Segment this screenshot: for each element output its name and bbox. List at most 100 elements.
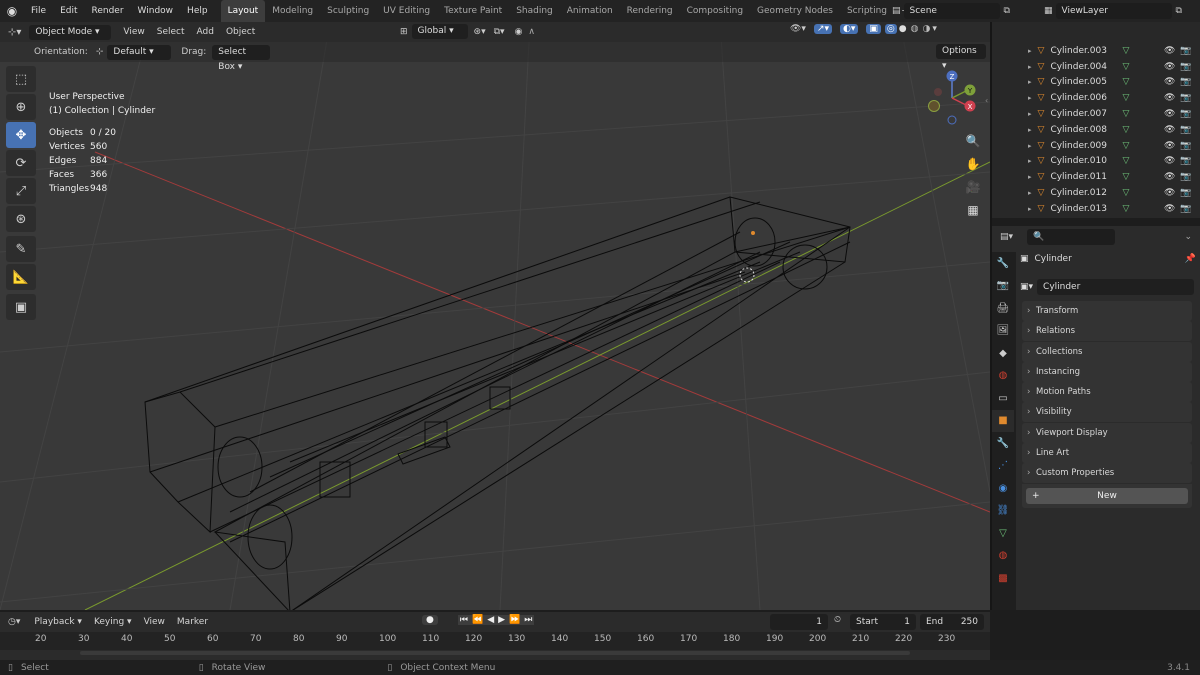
snap-icon[interactable]: ⧉▾ [494, 27, 505, 37]
copy-scene-icon[interactable]: ⧉ [1004, 6, 1010, 16]
scene-tab-icon[interactable]: ◆ [992, 342, 1014, 364]
copy-view-layer-icon[interactable]: ⧉ [1176, 6, 1182, 16]
outliner-row[interactable]: ▸ ▽ Cylinder.006 ▽ 👁 📷 [992, 90, 1200, 106]
outliner-item-name[interactable]: Cylinder.008 [1050, 125, 1116, 135]
expand-arrow-icon[interactable]: ▸ [1028, 110, 1032, 118]
tab-animation[interactable]: Animation [560, 0, 620, 22]
tool-tab-icon[interactable]: 🔧 [992, 252, 1014, 274]
menu-help[interactable]: Help [180, 0, 215, 22]
data-tab-icon[interactable]: ▽ [992, 522, 1014, 544]
add-cube-tool-icon[interactable]: ▣ [6, 294, 36, 320]
visibility-eye-icon[interactable]: 👁 [1164, 204, 1175, 214]
expand-arrow-icon[interactable]: ▸ [1028, 205, 1032, 213]
visibility-eye-icon[interactable]: 👁 [1164, 77, 1175, 87]
render-camera-icon[interactable]: 📷 [1180, 156, 1191, 166]
scene-icon[interactable]: ▤ [892, 6, 901, 16]
visibility-eye-icon[interactable]: 👁 [1164, 172, 1175, 182]
play-reverse-icon[interactable]: ◀ [485, 615, 497, 625]
cursor-tool-icon[interactable]: ⊕ [6, 94, 36, 120]
current-frame-field[interactable]: 1 [770, 614, 828, 630]
tab-layout[interactable]: Layout [220, 0, 266, 22]
menu-file[interactable]: File [24, 0, 53, 22]
jump-start-icon[interactable]: ⏮ [457, 615, 470, 625]
panel-line-art[interactable]: Line Art [1022, 443, 1192, 464]
panel-transform[interactable]: Transform [1022, 301, 1192, 321]
outliner-item-name[interactable]: Cylinder.012 [1050, 188, 1116, 198]
tab-uv-editing[interactable]: UV Editing [376, 0, 437, 22]
outliner-row[interactable]: ▸ ▽ Cylinder.012 ▽ 👁 📷 [992, 185, 1200, 201]
3d-viewport[interactable]: ⊹▾ Object Mode ▾ View Select Add Object … [0, 22, 990, 610]
properties-search-field[interactable]: 🔍 [1027, 229, 1116, 245]
expand-arrow-icon[interactable]: ▸ [1028, 142, 1032, 150]
outliner-item-name[interactable]: Cylinder.011 [1050, 172, 1116, 182]
panel-collections[interactable]: Collections [1022, 341, 1192, 362]
expand-arrow-icon[interactable]: ▸ [1028, 157, 1032, 165]
outliner-item-name[interactable]: Cylinder.013 [1050, 204, 1116, 214]
mesh-data-icon[interactable]: ▽ [1122, 77, 1129, 87]
blender-logo-icon[interactable]: ◉ [0, 4, 24, 18]
shading-options-icon[interactable]: ▾ [932, 24, 937, 34]
material-tab-icon[interactable]: ◍ [992, 545, 1014, 567]
visibility-eye-icon[interactable]: 👁 [1164, 93, 1175, 103]
expand-arrow-icon[interactable]: ▸ [1028, 78, 1032, 86]
pivot-icon[interactable]: ⊛▾ [474, 27, 486, 37]
overlays-icon[interactable]: ◐▾ [840, 24, 859, 34]
start-frame-field[interactable]: Start 1 [850, 614, 916, 630]
mesh-data-icon[interactable]: ▽ [1122, 141, 1129, 151]
expand-arrow-icon[interactable]: ▸ [1028, 189, 1032, 197]
measure-tool-icon[interactable]: 📐 [6, 264, 36, 290]
orientation-default-dropdown[interactable]: Default ▾ [107, 44, 172, 60]
outliner-row[interactable]: ▸ ▽ Cylinder.008 ▽ 👁 📷 [992, 122, 1200, 138]
outliner-row[interactable]: ▸ ▽ Cylinder.013 ▽ 👁 📷 [992, 201, 1200, 217]
panel-motion-paths[interactable]: Motion Paths [1022, 382, 1192, 403]
menu-view[interactable]: View [117, 22, 150, 42]
outliner-item-name[interactable]: Cylinder.010 [1050, 156, 1116, 166]
new-property-button[interactable]: + New [1026, 487, 1188, 504]
tab-sculpting[interactable]: Sculpting [320, 0, 376, 22]
visibility-eye-icon[interactable]: 👁 [1164, 141, 1175, 151]
zoom-icon[interactable]: 🔍 [962, 130, 984, 152]
panel-visibility[interactable]: Visibility [1022, 402, 1192, 423]
mode-dropdown[interactable]: Object Mode ▾ [29, 24, 112, 40]
object-type-dropdown-icon[interactable]: ▣▾ [1020, 282, 1033, 292]
visibility-eye-icon[interactable]: 👁 [1164, 125, 1175, 135]
mesh-data-icon[interactable]: ▽ [1122, 172, 1129, 182]
outliner-item-name[interactable]: Cylinder.006 [1050, 93, 1116, 103]
visibility-eye-icon[interactable]: 👁 [1164, 188, 1175, 198]
visibility-eye-icon[interactable]: 👁 [1164, 156, 1175, 166]
orientation-dropdown[interactable]: Global ▾ [411, 24, 468, 39]
outliner-row[interactable]: ▸ ▽ Cylinder.005 ▽ 👁 📷 [992, 75, 1200, 91]
outliner-row[interactable]: ▸ ▽ Cylinder.004 ▽ 👁 📷 [992, 59, 1200, 75]
transform-tool-icon[interactable]: ⊛ [6, 206, 36, 232]
particles-tab-icon[interactable]: ⋰ [992, 455, 1014, 477]
menu-marker[interactable]: Marker [171, 612, 214, 632]
menu-edit[interactable]: Edit [53, 0, 84, 22]
tab-scripting[interactable]: Scripting [840, 0, 894, 22]
tab-compositing[interactable]: Compositing [680, 0, 750, 22]
tab-shading[interactable]: Shading [509, 0, 560, 22]
scene-name-field[interactable]: Scene [903, 3, 1000, 19]
render-camera-icon[interactable]: 📷 [1180, 93, 1191, 103]
navigation-gizmo[interactable]: Z Y X [924, 70, 980, 128]
jump-end-icon[interactable]: ⏭ [522, 615, 535, 625]
outliner-item-name[interactable]: Cylinder.009 [1050, 141, 1116, 151]
expand-arrow-icon[interactable]: ▸ [1028, 94, 1032, 102]
render-camera-icon[interactable]: 📷 [1180, 172, 1191, 182]
render-camera-icon[interactable]: 📷 [1180, 125, 1191, 135]
timeline-scrollbar[interactable] [80, 651, 910, 655]
menu-keying[interactable]: Keying ▾ [88, 612, 138, 632]
menu-add[interactable]: Add [191, 22, 220, 42]
view-layer-icon[interactable]: ▦ [1044, 6, 1053, 16]
properties-editor-type-icon[interactable]: ▤▾ [1000, 232, 1013, 242]
collection-tab-icon[interactable]: ▭ [992, 387, 1014, 409]
material-shading-icon[interactable]: ◍ [909, 24, 921, 34]
menu-window[interactable]: Window [131, 0, 181, 22]
annotate-tool-icon[interactable]: ✎ [6, 236, 36, 262]
mesh-data-icon[interactable]: ▽ [1122, 125, 1129, 135]
xray-icon[interactable]: ▣ [866, 24, 881, 34]
constraints-tab-icon[interactable]: ⛓ [992, 500, 1014, 522]
outliner-row[interactable]: ▸ ▽ Cylinder.003 ▽ 👁 📷 [992, 43, 1200, 59]
menu-render[interactable]: Render [85, 0, 131, 22]
camera-icon[interactable]: 🎥 [962, 176, 984, 198]
physics-tab-icon[interactable]: ◉ [992, 477, 1014, 499]
